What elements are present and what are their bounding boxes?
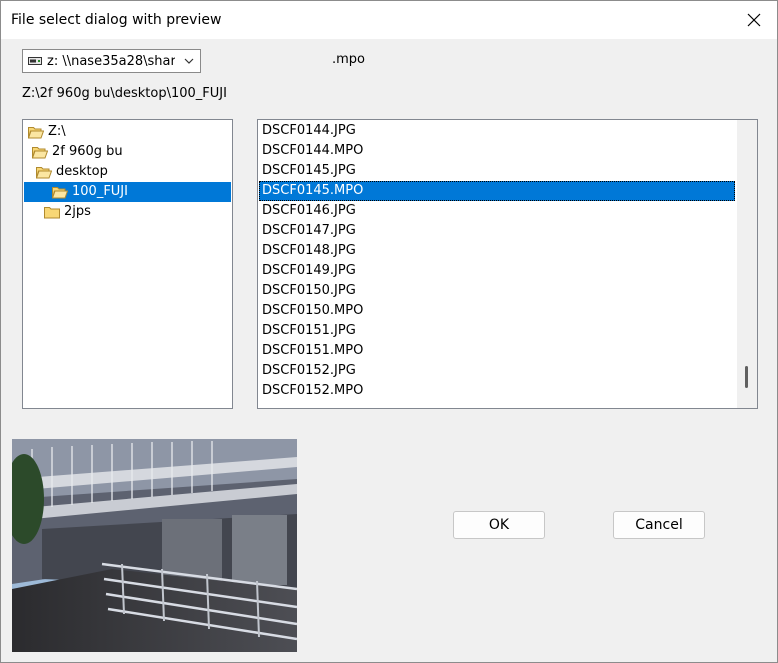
open-folder-icon	[31, 146, 49, 159]
file-list-item[interactable]: DSCF0150.MPO	[259, 301, 735, 321]
file-list-item[interactable]: DSCF0144.MPO	[259, 141, 735, 161]
file-list-item[interactable]: DSCF0147.JPG	[259, 221, 735, 241]
scrollbar-thumb[interactable]	[745, 366, 748, 388]
file-list-scrollbar[interactable]	[737, 120, 757, 408]
folder-tree-item[interactable]: 2jps	[44, 202, 224, 222]
folder-tree-label: desktop	[56, 164, 108, 179]
file-list[interactable]: DSCF0144.JPG DSCF0144.MPO DSCF0145.JPG DSCF…	[257, 119, 758, 409]
close-icon	[747, 13, 761, 27]
folder-tree-item[interactable]: Z:\	[27, 122, 208, 142]
folder-tree-label: 100_FUJI	[72, 184, 128, 199]
file-list-item[interactable]: DSCF0152.JPG	[259, 361, 735, 381]
open-folder-icon	[35, 166, 53, 179]
folder-icon	[44, 206, 60, 219]
cancel-button[interactable]: Cancel	[613, 511, 705, 539]
folder-tree-item[interactable]: desktop	[35, 162, 216, 182]
file-list-item[interactable]: DSCF0145.MPO	[259, 181, 735, 201]
drive-select-value: z: \\nase35a28\share	[47, 54, 175, 69]
folder-tree-item[interactable]: 100_FUJI	[24, 182, 231, 202]
file-list-item[interactable]: DSCF0150.JPG	[259, 281, 735, 301]
file-list-item[interactable]: DSCF0144.JPG	[259, 121, 735, 141]
window-title: File select dialog with preview	[11, 12, 222, 28]
chevron-down-icon	[184, 58, 194, 64]
file-filter-label: .mpo	[332, 52, 366, 67]
file-list-item[interactable]: DSCF0151.MPO	[259, 341, 735, 361]
network-drive-icon	[28, 57, 42, 65]
file-list-item[interactable]: DSCF0148.JPG	[259, 241, 735, 261]
folder-tree-label: 2f 960g bu	[52, 144, 123, 159]
title-bar: File select dialog with preview	[1, 1, 777, 39]
file-list-item[interactable]: DSCF0145.JPG	[259, 161, 735, 181]
open-folder-icon	[27, 126, 45, 139]
file-select-dialog: File select dialog with preview z: \\nas…	[0, 0, 778, 663]
image-preview	[12, 439, 297, 652]
file-list-item[interactable]: DSCF0149.JPG	[259, 261, 735, 281]
folder-tree-item[interactable]: 2f 960g bu	[31, 142, 212, 162]
drive-select[interactable]: z: \\nase35a28\share	[22, 49, 201, 73]
file-list-item[interactable]: DSCF0146.JPG	[259, 201, 735, 221]
current-path: Z:\2f 960g bu\desktop\100_FUJI	[22, 86, 227, 101]
open-folder-icon	[51, 186, 69, 199]
file-list-item[interactable]: DSCF0151.JPG	[259, 321, 735, 341]
file-list-item[interactable]: DSCF0152.MPO	[259, 381, 735, 401]
preview-photo	[12, 439, 297, 652]
close-button[interactable]	[731, 1, 777, 39]
ok-button[interactable]: OK	[453, 511, 545, 539]
folder-tree[interactable]: Z:\ 2f 960g bu desktop 100_FUJI 2jps	[22, 119, 233, 409]
folder-tree-label: 2jps	[64, 204, 91, 219]
folder-tree-label: Z:\	[48, 124, 66, 139]
